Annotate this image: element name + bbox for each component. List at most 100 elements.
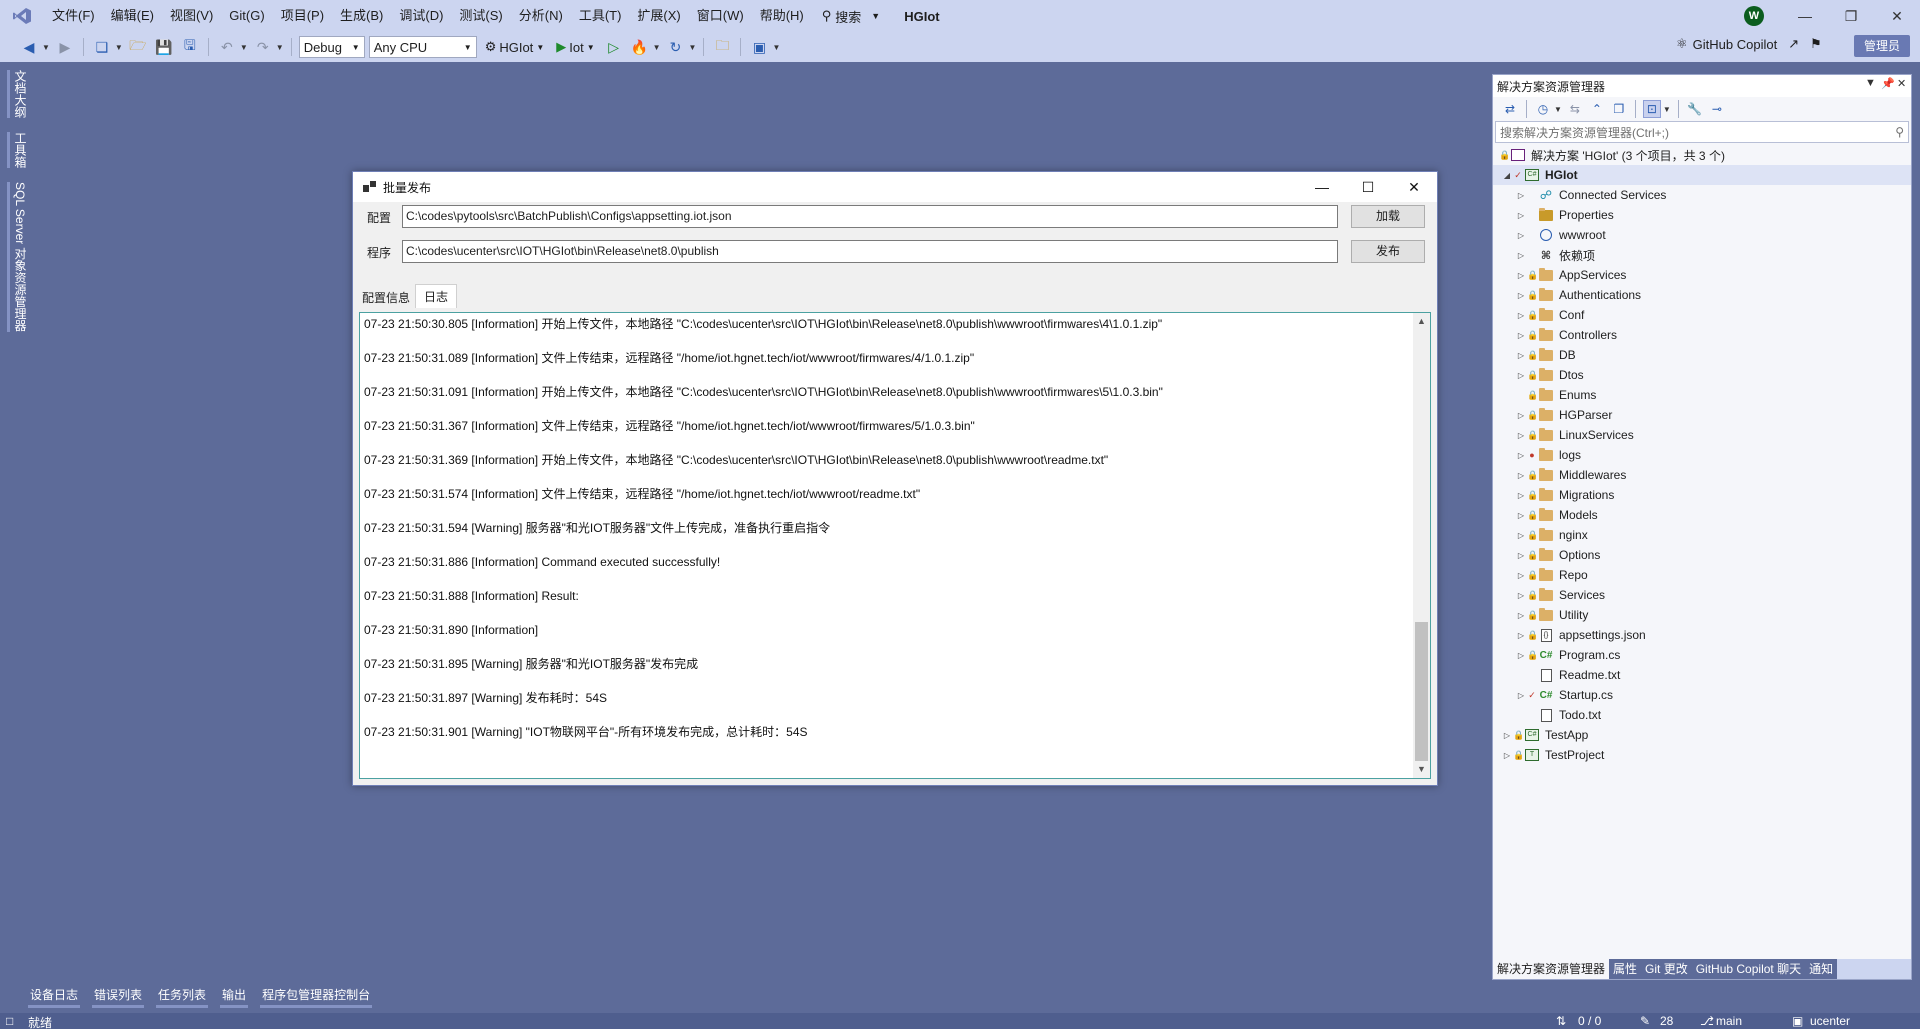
tree-item[interactable]: ▷ ● logs	[1493, 445, 1911, 465]
menu-view[interactable]: 视图(V)	[162, 0, 221, 32]
visual-studio-logo-icon[interactable]	[0, 0, 44, 32]
tree-item[interactable]: ▷ 🔒 Repo	[1493, 565, 1911, 585]
chevron-down-icon[interactable]: ▼	[240, 43, 248, 52]
tab-notifications[interactable]: 通知	[1805, 959, 1838, 979]
feedback-icon[interactable]: ⚑	[1810, 36, 1822, 52]
collapse-all-icon[interactable]: ⌃	[1588, 100, 1606, 118]
tree-item[interactable]: ▷ 🔒 DB	[1493, 345, 1911, 365]
menu-git[interactable]: Git(G)	[221, 0, 272, 32]
tree-item[interactable]: ▷ 🔒 Services	[1493, 585, 1911, 605]
restore-icon[interactable]: ❐	[1828, 0, 1874, 32]
pin-preview-icon[interactable]: ⊸	[1708, 100, 1726, 118]
undo-icon[interactable]: ↶	[216, 36, 238, 58]
solution-node[interactable]: 🔒 解决方案 'HGIot' (3 个项目，共 3 个)	[1493, 145, 1911, 165]
tree-item[interactable]: ▷ 🔒 Utility	[1493, 605, 1911, 625]
menu-analyze[interactable]: 分析(N)	[511, 0, 571, 32]
collapsed-arrow-icon[interactable]: ▷	[1515, 271, 1527, 280]
collapsed-arrow-icon[interactable]: ▷	[1515, 291, 1527, 300]
log-output[interactable]: 07-23 21:50:30.805 [Information] 开始上传文件，…	[359, 312, 1431, 779]
menu-window[interactable]: 窗口(W)	[689, 0, 752, 32]
tab-properties[interactable]: 属性	[1609, 959, 1642, 979]
collapsed-arrow-icon[interactable]: ▷	[1515, 631, 1527, 640]
tree-item[interactable]: ▷ ⌘ 依赖项	[1493, 245, 1911, 265]
tree-item[interactable]: ▷ Properties	[1493, 205, 1911, 225]
collapsed-arrow-icon[interactable]: ▷	[1515, 451, 1527, 460]
tree-item[interactable]: ▷ 🔒 Migrations	[1493, 485, 1911, 505]
sync-with-document-icon[interactable]: ⇆	[1566, 100, 1584, 118]
menu-edit[interactable]: 编辑(E)	[103, 0, 162, 32]
global-search-button[interactable]: ⚲ 搜索 ▼	[812, 0, 890, 32]
chevron-down-icon[interactable]: ▼	[42, 43, 50, 52]
scrollbar-thumb[interactable]	[1415, 622, 1428, 761]
share-icon[interactable]: ↗	[1788, 36, 1799, 52]
tree-item[interactable]: Todo.txt	[1493, 705, 1911, 725]
account-avatar[interactable]: W	[1744, 6, 1764, 26]
tab-git-changes[interactable]: Git 更改	[1641, 959, 1692, 979]
close-panel-icon[interactable]: ✕	[1897, 77, 1906, 90]
startup-project-select[interactable]: ⚙ HGIot ▼	[481, 39, 549, 55]
menu-help[interactable]: 帮助(H)	[752, 0, 812, 32]
collapsed-arrow-icon[interactable]: ▷	[1501, 751, 1513, 760]
collapsed-arrow-icon[interactable]: ▷	[1515, 491, 1527, 500]
tree-item[interactable]: ▷ 🔒 nginx	[1493, 525, 1911, 545]
tree-item[interactable]: ▷ ✓ C# Startup.cs	[1493, 685, 1911, 705]
collapsed-arrow-icon[interactable]: ▷	[1515, 331, 1527, 340]
tab-task-list[interactable]: 任务列表	[156, 986, 209, 1008]
tab-log[interactable]: 日志	[415, 284, 458, 308]
save-icon[interactable]: 💾	[153, 36, 175, 58]
properties-wrench-icon[interactable]: 🔧	[1686, 100, 1704, 118]
collapsed-arrow-icon[interactable]: ▷	[1515, 691, 1527, 700]
redo-icon[interactable]: ↷	[252, 36, 274, 58]
github-copilot-button[interactable]: ⚛ GitHub Copilot ↗ ⚑	[1676, 36, 1822, 52]
start-without-debugging-icon[interactable]: ▷	[603, 36, 625, 58]
load-button[interactable]: 加载	[1351, 205, 1425, 228]
start-debugging-button[interactable]: ▶ Iot ▼	[552, 39, 598, 55]
collapsed-arrow-icon[interactable]: ▷	[1515, 551, 1527, 560]
pending-changes-filter-icon[interactable]: ◷	[1534, 100, 1552, 118]
back-icon[interactable]: ◀	[18, 36, 40, 58]
tab-document-outline[interactable]: 文档大纲	[7, 70, 29, 118]
tree-item[interactable]: ▷ 🔒 LinuxServices	[1493, 425, 1911, 445]
tree-item[interactable]: Readme.txt	[1493, 665, 1911, 685]
project-node-hgiot[interactable]: ◢ ✓ C# HGIot	[1493, 165, 1911, 185]
tree-item[interactable]: 🔒 Enums	[1493, 385, 1911, 405]
collapsed-arrow-icon[interactable]: ▷	[1515, 211, 1527, 220]
collapsed-arrow-icon[interactable]: ▷	[1515, 191, 1527, 200]
project-node-testapp[interactable]: ▷ 🔒 C# TestApp	[1493, 725, 1911, 745]
show-all-files-icon[interactable]: ❐	[1610, 100, 1628, 118]
tree-item[interactable]: ▷ 🔒 AppServices	[1493, 265, 1911, 285]
collapsed-arrow-icon[interactable]: ▷	[1515, 571, 1527, 580]
forward-icon[interactable]: ▶	[54, 36, 76, 58]
tree-item[interactable]: ▷ 🔒 Middlewares	[1493, 465, 1911, 485]
minimize-icon[interactable]: —	[1782, 0, 1828, 32]
tree-item[interactable]: ▷ 🔒{} appsettings.json	[1493, 625, 1911, 645]
status-changes[interactable]: 28	[1660, 1014, 1673, 1028]
collapsed-arrow-icon[interactable]: ▷	[1515, 351, 1527, 360]
open-folder-icon[interactable]: 🗁	[127, 36, 149, 58]
tree-item[interactable]: ▷ 🔒 Conf	[1493, 305, 1911, 325]
tree-item[interactable]: ▷ 🔒 Controllers	[1493, 325, 1911, 345]
menu-debug[interactable]: 调试(D)	[391, 0, 451, 32]
tab-solution-explorer[interactable]: 解决方案资源管理器	[1493, 959, 1610, 979]
collapsed-arrow-icon[interactable]: ▷	[1515, 431, 1527, 440]
save-all-icon[interactable]: 🖫	[179, 36, 201, 58]
menu-extensions[interactable]: 扩展(X)	[629, 0, 688, 32]
tree-item[interactable]: ▷ ☍ Connected Services	[1493, 185, 1911, 205]
configuration-select[interactable]: Debug ▼	[298, 36, 365, 58]
tree-item[interactable]: ▷ 🔒 Dtos	[1493, 365, 1911, 385]
menu-tools[interactable]: 工具(T)	[571, 0, 630, 32]
chevron-down-icon[interactable]: ▼	[653, 43, 661, 52]
dialog-maximize-icon[interactable]: ☐	[1345, 172, 1391, 202]
tree-item[interactable]: ▷ 🔒 HGParser	[1493, 405, 1911, 425]
status-repo[interactable]: ucenter	[1810, 1014, 1850, 1028]
publish-button[interactable]: 发布	[1351, 240, 1425, 263]
collapsed-arrow-icon[interactable]: ▷	[1515, 231, 1527, 240]
tab-sql-server-explorer[interactable]: SQL Server 对象资源管理器	[7, 182, 29, 332]
menu-test[interactable]: 测试(S)	[451, 0, 510, 32]
tab-toolbox[interactable]: 工具箱	[7, 132, 29, 168]
tree-item[interactable]: ▷ 🔒 Authentications	[1493, 285, 1911, 305]
scroll-up-icon[interactable]: ▲	[1413, 313, 1430, 330]
collapsed-arrow-icon[interactable]: ▷	[1515, 531, 1527, 540]
menu-build[interactable]: 生成(B)	[332, 0, 391, 32]
collapsed-arrow-icon[interactable]: ▷	[1515, 471, 1527, 480]
